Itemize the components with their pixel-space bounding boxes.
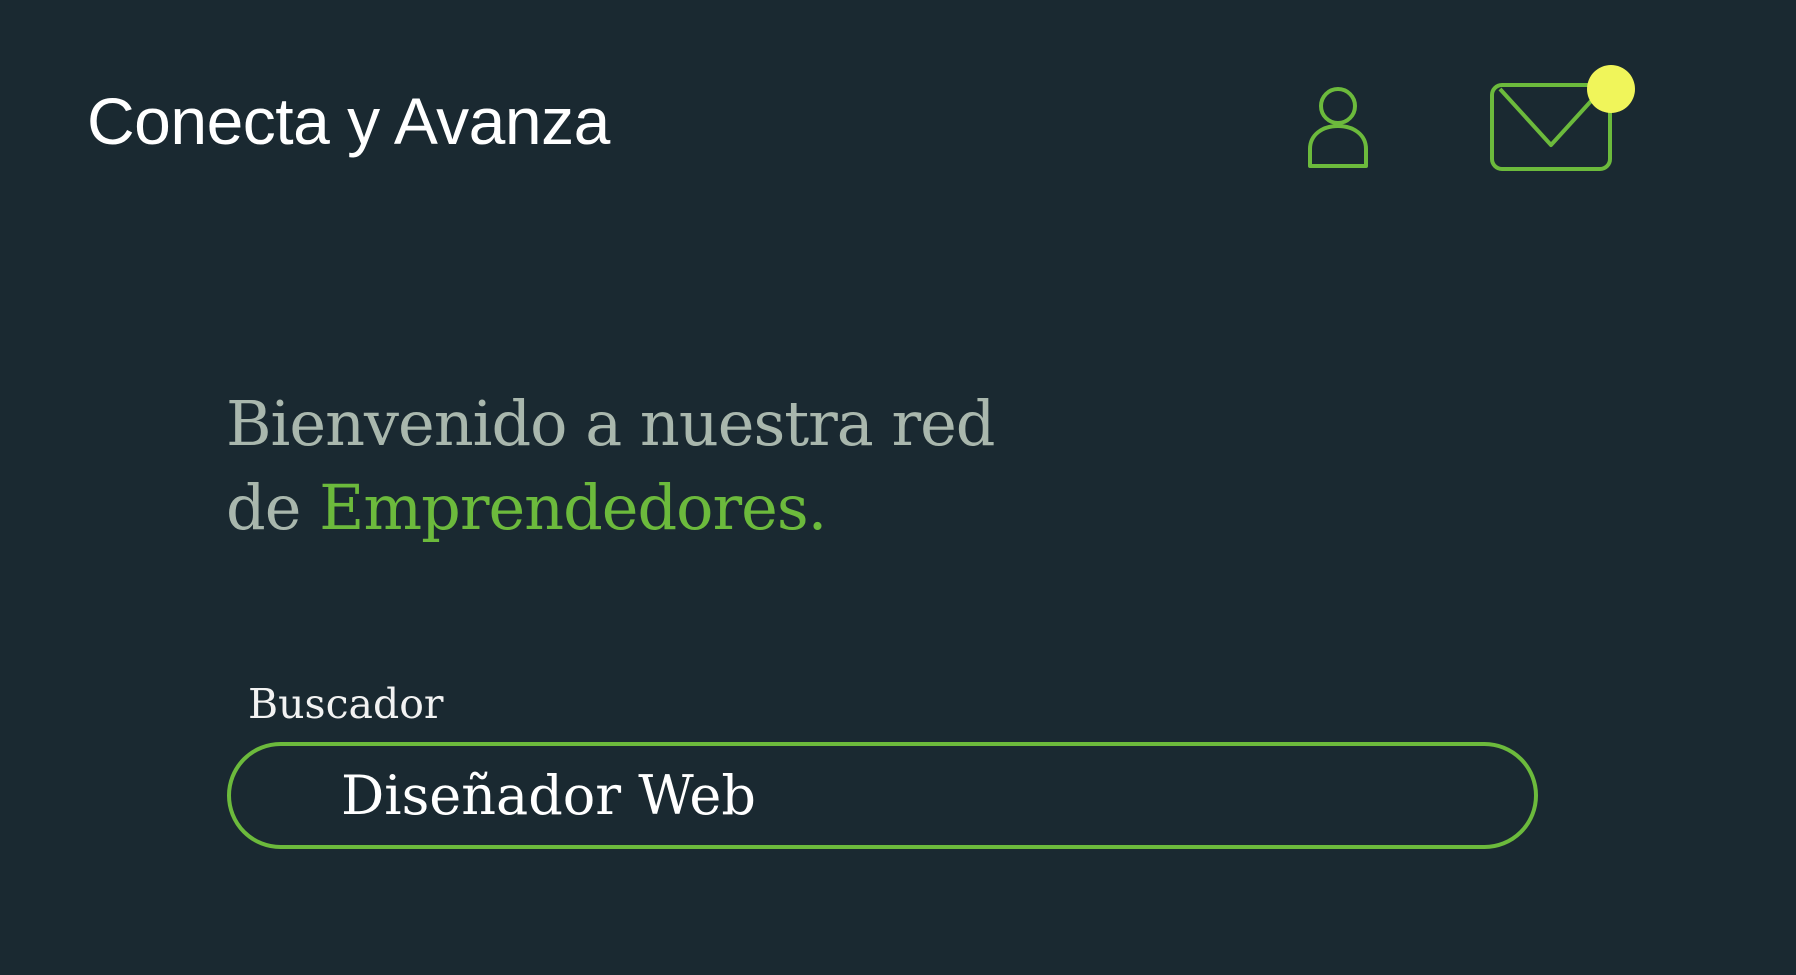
search-input[interactable] [341,746,1491,845]
welcome-heading: Bienvenido a nuestra red de Emprendedore… [226,382,995,550]
search-label: Buscador [248,680,444,728]
welcome-line-2: de Emprendedores. [226,466,995,550]
search-box[interactable] [227,742,1538,849]
user-icon [1308,87,1368,168]
profile-button[interactable] [1306,86,1370,170]
app-title: Conecta y Avanza [87,84,610,158]
notification-dot [1587,65,1635,113]
welcome-line-2-prefix: de [226,471,320,544]
welcome-line-1: Bienvenido a nuestra red [226,387,995,460]
welcome-highlight: Emprendedores. [319,471,827,544]
